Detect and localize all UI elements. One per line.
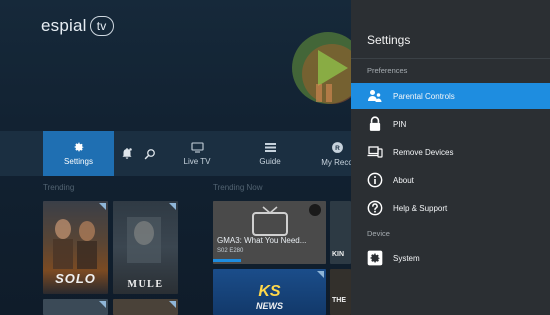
gear-icon (367, 250, 383, 266)
menu-item-system[interactable]: System (351, 245, 550, 271)
record-icon: R (331, 141, 343, 153)
nav-settings[interactable]: Settings (43, 131, 114, 176)
espial-tv-logo: espial tv (41, 16, 114, 36)
movie-tile-solo[interactable]: SOLO (43, 201, 108, 294)
info-icon (367, 172, 383, 188)
nav-guide-label: Guide (259, 156, 281, 166)
menu-item-help-support[interactable]: Help & Support (351, 195, 550, 221)
search-icon (144, 148, 155, 159)
nav-live-tv-label: Live TV (183, 156, 211, 166)
tile-title-solo: SOLO (55, 271, 96, 286)
settings-panel: Settings Preferences Parental Controls P… (351, 0, 550, 315)
tile-corner-badge (99, 203, 106, 210)
settings-title: Settings (367, 33, 411, 47)
nav-live-tv[interactable]: Live TV (172, 131, 222, 176)
tile-corner-badge (317, 271, 324, 278)
tile-title-kin: KIN (332, 251, 345, 258)
nav-settings-label: Settings (64, 157, 93, 166)
trending-now-row-label: Trending Now (213, 183, 263, 192)
gear-icon (74, 142, 83, 152)
tile-episode-gma3: S02 E280 (217, 248, 244, 254)
bell-icon (122, 148, 132, 159)
tile-title-gma3: GMA3: What You Need... (217, 236, 307, 245)
tile-title-ksg: KS (258, 283, 281, 300)
nav-notifications[interactable] (116, 131, 138, 176)
promo-play-graphic (292, 32, 358, 104)
menu-item-label: Help & Support (393, 203, 448, 213)
menu-item-remove-devices[interactable]: Remove Devices (351, 139, 550, 165)
tile-title-mule: MULE (127, 279, 164, 290)
nav-search[interactable] (140, 131, 160, 176)
preferences-section-label: Preferences (367, 66, 408, 75)
tile-corner-badge (169, 203, 176, 210)
menu-item-label: About (393, 175, 414, 185)
nav-recordings-label: My Reco (321, 157, 353, 167)
menu-item-label: System (393, 253, 420, 263)
logo-text: espial (41, 16, 87, 35)
movie-tile-mule[interactable]: MULE (113, 201, 178, 294)
menu-item-parental-controls[interactable]: Parental Controls (351, 83, 550, 109)
show-tile-ksg-news[interactable]: KS NEWS (213, 269, 326, 315)
logo-badge: tv (89, 16, 114, 36)
menu-item-pin[interactable]: PIN (351, 111, 550, 137)
help-icon (367, 200, 383, 216)
menu-item-label: Remove Devices (393, 147, 454, 157)
settings-divider (351, 58, 550, 59)
guide-icon (264, 142, 276, 152)
tile-corner-badge (99, 301, 106, 308)
tile-caption-gma3: GMA3: What You Need... S02 E280 (217, 236, 306, 256)
parental-controls-icon (367, 88, 383, 104)
movie-tile-row2-1[interactable] (43, 299, 108, 315)
lock-icon (367, 116, 383, 132)
nav-guide[interactable]: Guide (250, 131, 290, 176)
remove-devices-icon (367, 144, 383, 160)
show-tile-gma3[interactable]: GMA3: What You Need... S02 E280 (213, 201, 326, 264)
tile-news-word: NEWS (256, 301, 283, 311)
trending-row-label: Trending (43, 183, 75, 192)
svg-text:R: R (335, 144, 340, 151)
menu-item-about[interactable]: About (351, 167, 550, 193)
tile-corner-badge (169, 301, 176, 308)
show-tile-partial-kin[interactable]: KIN (330, 201, 351, 264)
tv-icon (190, 141, 204, 153)
tile-title-the: THE (332, 297, 346, 304)
movie-tile-row2-2[interactable] (113, 299, 178, 315)
show-tile-partial-the[interactable]: THE (330, 269, 351, 315)
menu-item-label: PIN (393, 119, 407, 129)
menu-item-label: Parental Controls (393, 91, 455, 101)
device-section-label: Device (367, 229, 390, 238)
